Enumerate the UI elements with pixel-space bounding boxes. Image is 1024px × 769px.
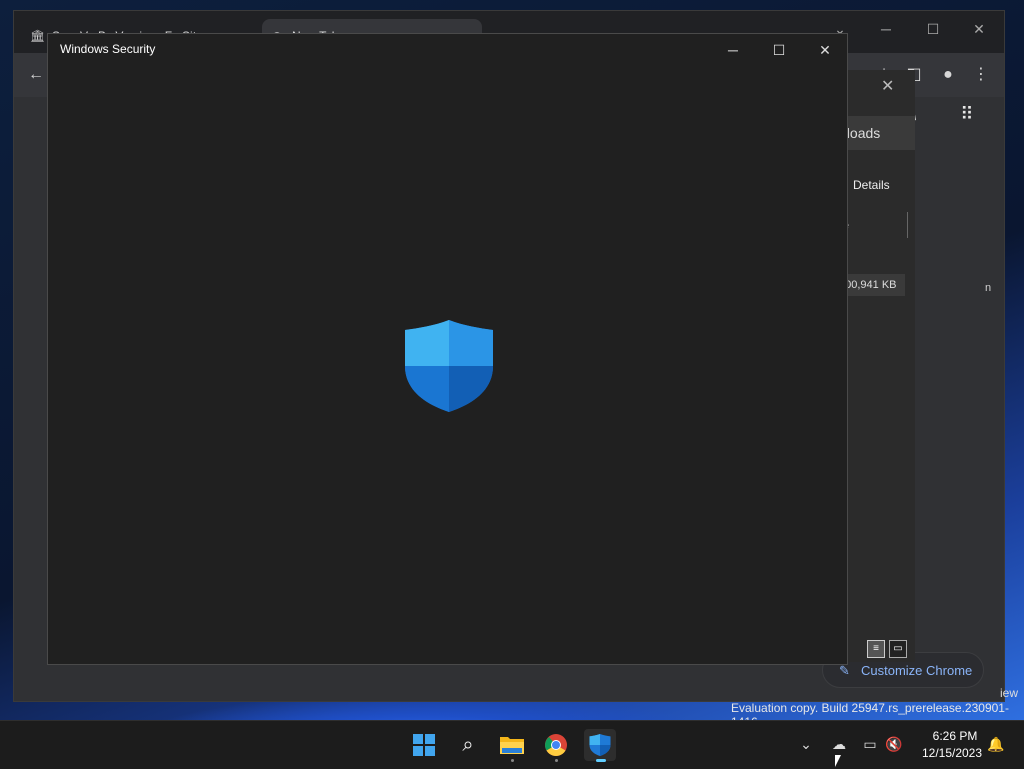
title-bar: Windows Security ─ ☐ ✕ bbox=[48, 34, 847, 66]
search-button[interactable]: ⌕ bbox=[452, 729, 484, 761]
apps-grid-icon[interactable]: ⠿ bbox=[955, 104, 979, 128]
edge-text: n bbox=[985, 282, 992, 294]
tile-view-icon[interactable]: ▭ bbox=[889, 640, 907, 658]
chrome-minimize-button[interactable]: ─ bbox=[866, 17, 906, 41]
file-explorer-button[interactable] bbox=[496, 729, 528, 762]
customize-chrome-label: Customize Chrome bbox=[861, 663, 973, 678]
chrome-taskbar-button[interactable] bbox=[540, 729, 572, 762]
start-button[interactable] bbox=[408, 729, 440, 761]
file-size-value: 100,941 KB bbox=[847, 274, 905, 296]
chevron-up-icon[interactable]: ⌄ bbox=[796, 733, 816, 755]
profile-icon[interactable]: ● bbox=[936, 63, 960, 87]
search-icon: ⌕ bbox=[462, 734, 474, 756]
bank-icon: 🏛 bbox=[30, 29, 46, 43]
windows-security-window[interactable]: Windows Security ─ ☐ ✕ bbox=[47, 33, 848, 665]
list-view-icon[interactable]: ≡ bbox=[867, 640, 885, 658]
shield-icon bbox=[589, 734, 611, 756]
mouse-cursor bbox=[835, 755, 841, 767]
clock-date[interactable]: 12/15/2023 bbox=[914, 746, 990, 760]
windows-security-taskbar-button[interactable] bbox=[584, 729, 616, 762]
window-title: Windows Security bbox=[60, 42, 156, 56]
downloads-window[interactable]: ✕ Downloads Details Name 100,941 KB ≡ ▭ bbox=[842, 70, 915, 662]
kebab-menu-icon[interactable]: ⋮ bbox=[969, 63, 993, 87]
running-indicator bbox=[511, 759, 514, 762]
chrome-icon bbox=[545, 734, 567, 756]
chrome-close-button[interactable]: ✕ bbox=[959, 17, 999, 41]
volume-muted-icon[interactable]: 🔇 bbox=[884, 733, 904, 755]
close-button[interactable]: ✕ bbox=[802, 34, 848, 66]
running-indicator bbox=[555, 759, 558, 762]
maximize-button[interactable]: ☐ bbox=[756, 34, 802, 66]
downloads-title: Downloads bbox=[847, 116, 915, 150]
active-indicator bbox=[596, 759, 606, 762]
notification-bell-icon[interactable]: 🔔 bbox=[986, 733, 1006, 755]
edge-text: iew bbox=[1000, 686, 1019, 700]
close-icon[interactable]: ✕ bbox=[881, 76, 894, 96]
back-arrow-icon[interactable]: ← bbox=[24, 63, 48, 87]
network-icon[interactable]: ▭ bbox=[860, 733, 880, 755]
taskbar: ⌕ ⌄ ☁ ▭ 🔇 6:26 PM 12/15/2023 🔔 bbox=[0, 720, 1024, 769]
minimize-button[interactable]: ─ bbox=[710, 34, 756, 66]
details-tab[interactable]: Details bbox=[853, 178, 890, 192]
clock-time[interactable]: 6:26 PM bbox=[920, 729, 990, 743]
folder-icon bbox=[500, 737, 524, 754]
shield-icon bbox=[405, 320, 493, 412]
column-header-name[interactable]: Name bbox=[847, 212, 908, 238]
chrome-maximize-button[interactable]: ☐ bbox=[913, 17, 953, 41]
windows-logo-icon bbox=[413, 734, 435, 756]
onedrive-offline-icon[interactable]: ☁ bbox=[828, 733, 850, 755]
